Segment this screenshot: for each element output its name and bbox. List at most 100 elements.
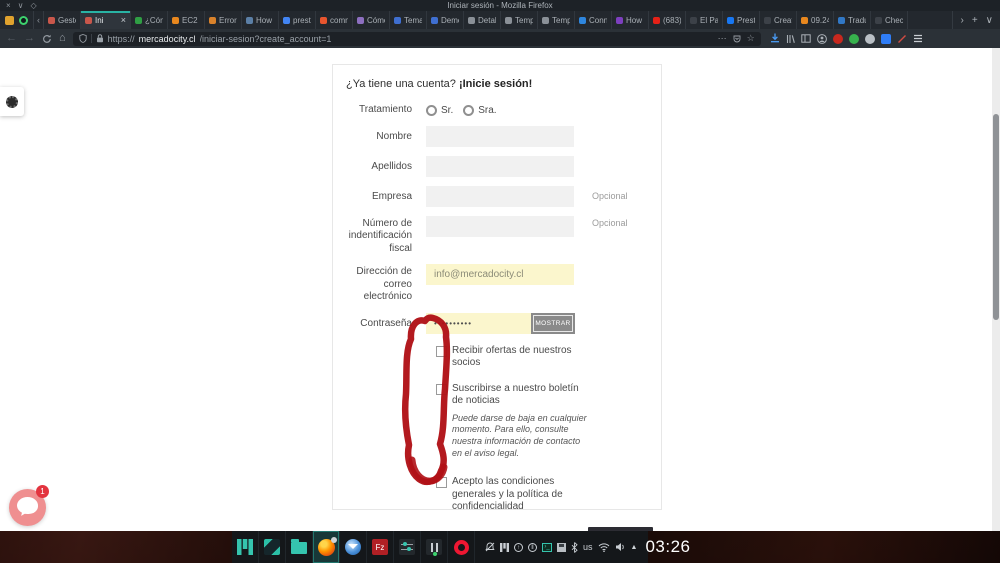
- browser-tab-1[interactable]: Ini×: [81, 11, 131, 29]
- browser-tab-0[interactable]: Gesto: [44, 11, 81, 29]
- password-input[interactable]: ••••••••••: [426, 313, 531, 334]
- taskbar-opera-icon[interactable]: [448, 531, 475, 563]
- save-to-pocket-icon[interactable]: [733, 35, 741, 43]
- browser-tab-10[interactable]: Demo: [427, 11, 464, 29]
- scrollbar-thumb[interactable]: [993, 114, 999, 320]
- keyboard-layout-indicator[interactable]: us: [583, 542, 593, 552]
- browser-tab-14[interactable]: Conn: [575, 11, 612, 29]
- pinned-tab-key-icon[interactable]: [5, 16, 14, 25]
- browser-tab-20[interactable]: 09.24: [797, 11, 834, 29]
- browser-tab-6[interactable]: prest: [279, 11, 316, 29]
- taskbar-volume-mixer-icon[interactable]: [421, 531, 448, 563]
- back-icon[interactable]: ←: [6, 33, 17, 44]
- taskbar-file-manager-icon[interactable]: [286, 531, 313, 563]
- tab-label: How t: [256, 16, 274, 25]
- radio-sr[interactable]: [426, 105, 437, 116]
- show-password-button[interactable]: MOSTRAR: [531, 313, 575, 334]
- new-tab-button[interactable]: +: [972, 15, 978, 26]
- window-maximize-icon[interactable]: ◇: [31, 2, 37, 10]
- annotate-pencil-icon[interactable]: [897, 34, 907, 44]
- volume-icon[interactable]: [615, 542, 626, 552]
- browser-tab-13[interactable]: Templat: [538, 11, 575, 29]
- ghostery-icon[interactable]: [865, 34, 875, 44]
- browser-tab-15[interactable]: How t: [612, 11, 649, 29]
- browser-tab-18[interactable]: Prest: [723, 11, 760, 29]
- nav-toolbar: ← → ⌂ https://mercadocity.cl/iniciar-ses…: [0, 29, 1000, 48]
- tab-label: Conn: [589, 16, 607, 25]
- apellidos-input[interactable]: [426, 156, 574, 177]
- adblock-plus-icon[interactable]: [833, 34, 843, 44]
- menu-hamburger-icon[interactable]: [913, 34, 923, 43]
- window-close-icon[interactable]: ×: [6, 2, 11, 10]
- tab-label: Chec: [885, 16, 903, 25]
- browser-tab-16[interactable]: (683): [649, 11, 686, 29]
- tab-dropdown-icon[interactable]: ∨: [986, 15, 993, 26]
- browser-tab-4[interactable]: Error: [205, 11, 242, 29]
- taskbar-filezilla-icon[interactable]: Fz: [367, 531, 394, 563]
- browser-tab-5[interactable]: How t: [242, 11, 279, 29]
- page-actions-icon[interactable]: ⋯: [718, 33, 727, 44]
- tab-scroll-right-icon[interactable]: ›: [960, 15, 963, 26]
- tab-label: How t: [626, 16, 644, 25]
- url-bar[interactable]: https://mercadocity.cl/iniciar-sesion?cr…: [73, 32, 761, 46]
- browser-tab-12[interactable]: Templat: [501, 11, 538, 29]
- window-minimize-icon[interactable]: ∨: [18, 2, 24, 10]
- login-link[interactable]: ¡Inicie sesión!: [459, 78, 532, 90]
- extension-green-icon[interactable]: [849, 34, 859, 44]
- reload-icon[interactable]: [42, 34, 52, 44]
- taskbar-settings-icon[interactable]: [394, 531, 421, 563]
- browser-tab-8[interactable]: Cómo: [353, 11, 390, 29]
- disk-tray-icon[interactable]: [557, 543, 566, 552]
- tab-favicon: [85, 17, 92, 24]
- radio-sra[interactable]: [463, 105, 474, 116]
- padlock-icon[interactable]: [96, 34, 104, 43]
- pinned-tab-green-icon[interactable]: [19, 16, 28, 25]
- email-input[interactable]: info@mercadocity.cl: [426, 264, 574, 285]
- translate-extension-icon[interactable]: [881, 34, 891, 44]
- updates-tray-icon[interactable]: ↑: [514, 543, 523, 552]
- browser-tab-17[interactable]: El Pa: [686, 11, 723, 29]
- nif-input[interactable]: [426, 216, 574, 237]
- downloads-icon[interactable]: [770, 33, 780, 44]
- tab-label: Prest: [737, 16, 755, 25]
- bluetooth-icon[interactable]: [571, 542, 578, 553]
- offers-checkbox[interactable]: [436, 346, 447, 357]
- manjaro-tray-icon[interactable]: [500, 543, 509, 552]
- notifications-muted-icon[interactable]: [485, 542, 495, 552]
- terminal-tray-icon[interactable]: ›_: [542, 543, 552, 552]
- browser-tab-21[interactable]: Tradu: [834, 11, 871, 29]
- pause-tray-icon[interactable]: ‖: [528, 543, 537, 552]
- bookmark-star-icon[interactable]: ☆: [747, 33, 755, 44]
- taskbar-thunderbird-icon[interactable]: [340, 531, 367, 563]
- home-icon[interactable]: ⌂: [59, 33, 66, 44]
- account-icon[interactable]: [817, 34, 827, 44]
- taskbar-firefox-icon[interactable]: [313, 531, 340, 563]
- url-scheme: https://: [108, 34, 135, 44]
- clock[interactable]: 03:26: [645, 537, 690, 557]
- tab-favicon: [431, 17, 438, 24]
- empresa-input[interactable]: [426, 186, 574, 207]
- browser-tab-3[interactable]: EC2 N: [168, 11, 205, 29]
- taskbar-manjaro-menu-icon[interactable]: [232, 531, 259, 563]
- library-icon[interactable]: [786, 34, 795, 44]
- tab-close-icon[interactable]: ×: [121, 15, 126, 25]
- page-scrollbar[interactable]: [992, 48, 1000, 531]
- taskbar-code-editor-icon[interactable]: [259, 531, 286, 563]
- chat-widget[interactable]: 1: [9, 489, 46, 526]
- browser-tab-7[interactable]: comm: [316, 11, 353, 29]
- tray-expand-icon[interactable]: ▲: [631, 544, 638, 551]
- nombre-input[interactable]: [426, 126, 574, 147]
- newsletter-checkbox[interactable]: [436, 384, 447, 395]
- sidebar-toggle-icon[interactable]: [801, 34, 811, 43]
- tab-scroll-left-icon[interactable]: ‹: [34, 11, 44, 29]
- browser-tab-9[interactable]: Tema: [390, 11, 427, 29]
- wifi-icon[interactable]: [598, 543, 610, 552]
- browser-tab-2[interactable]: ¿Cóm: [131, 11, 168, 29]
- browser-tab-11[interactable]: Detalles: [464, 11, 501, 29]
- accessibility-widget[interactable]: [0, 87, 24, 116]
- tracking-protection-icon[interactable]: [79, 34, 87, 43]
- browser-tab-22[interactable]: Chec: [871, 11, 908, 29]
- terms-checkbox[interactable]: [436, 477, 447, 488]
- browser-tab-19[interactable]: Creat: [760, 11, 797, 29]
- forward-icon[interactable]: →: [24, 33, 35, 44]
